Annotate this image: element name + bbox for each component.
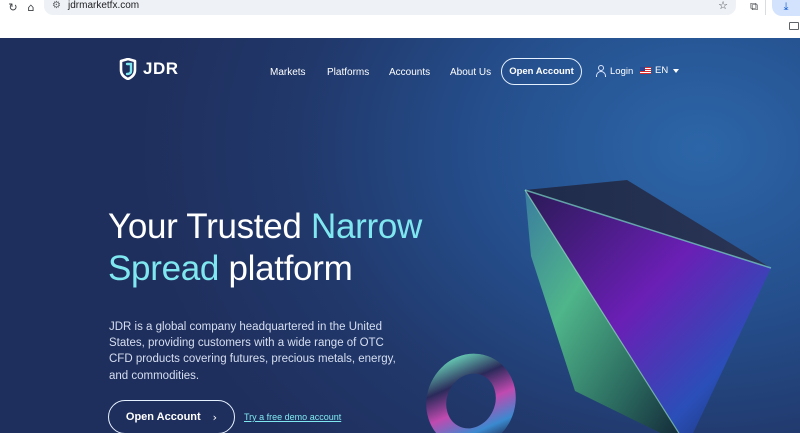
language-selector[interactable]: EN (640, 65, 680, 76)
site-settings-icon[interactable]: ⚙ (52, 0, 61, 11)
headline-accent-spread: Spread (108, 249, 220, 288)
address-bar[interactable]: ⚙ jdrmarketfx.com ☆ (44, 0, 736, 15)
hero-section: JDR Markets Platforms Accounts About Us … (0, 38, 800, 433)
browser-toolbar: ↻ ⌂ ⚙ jdrmarketfx.com ☆ ⧉ ⤓ (0, 0, 800, 38)
hero-description: JDR is a global company headquartered in… (109, 321, 396, 382)
caret-down-icon (673, 68, 680, 73)
logo[interactable]: JDR (118, 58, 179, 80)
pyramid-graphic (524, 180, 772, 433)
url-text[interactable]: jdrmarketfx.com (68, 0, 139, 11)
nav-about-us[interactable]: About Us (450, 67, 491, 78)
hero-headline: Your Trusted Narrow Spread platform (108, 206, 422, 290)
extensions-icon[interactable]: ⧉ (747, 0, 761, 14)
nav-platforms[interactable]: Platforms (327, 67, 369, 78)
home-icon[interactable]: ⌂ (24, 0, 38, 14)
reload-icon[interactable]: ↻ (6, 0, 20, 14)
us-flag-icon (640, 67, 651, 74)
login-link[interactable]: Login (595, 65, 633, 77)
open-account-button[interactable]: Open Account › (108, 400, 235, 433)
logo-text: JDR (143, 59, 179, 78)
headline-text-platform: platform (219, 249, 353, 288)
bookmarks-bar (0, 16, 800, 38)
download-icon[interactable]: ⤓ (772, 0, 800, 16)
bookmark-star-icon[interactable]: ☆ (718, 0, 728, 12)
open-account-nav-button[interactable]: Open Account (501, 58, 582, 85)
headline-accent-narrow: Narrow (311, 207, 422, 246)
language-label: EN (655, 65, 669, 76)
user-icon (595, 65, 607, 77)
open-account-label: Open Account (125, 411, 201, 423)
logo-mark-icon (119, 58, 137, 80)
toolbar-divider (765, 0, 766, 15)
torus-graphic (426, 353, 516, 433)
demo-account-link[interactable]: Try a free demo account (244, 412, 341, 422)
nav-markets[interactable]: Markets (270, 67, 306, 78)
chevron-right-icon: › (212, 410, 218, 424)
login-label: Login (610, 65, 634, 77)
headline-text: Your Trusted (108, 207, 311, 246)
nav-accounts[interactable]: Accounts (389, 67, 430, 78)
bookmarks-folder-icon[interactable] (789, 22, 799, 30)
